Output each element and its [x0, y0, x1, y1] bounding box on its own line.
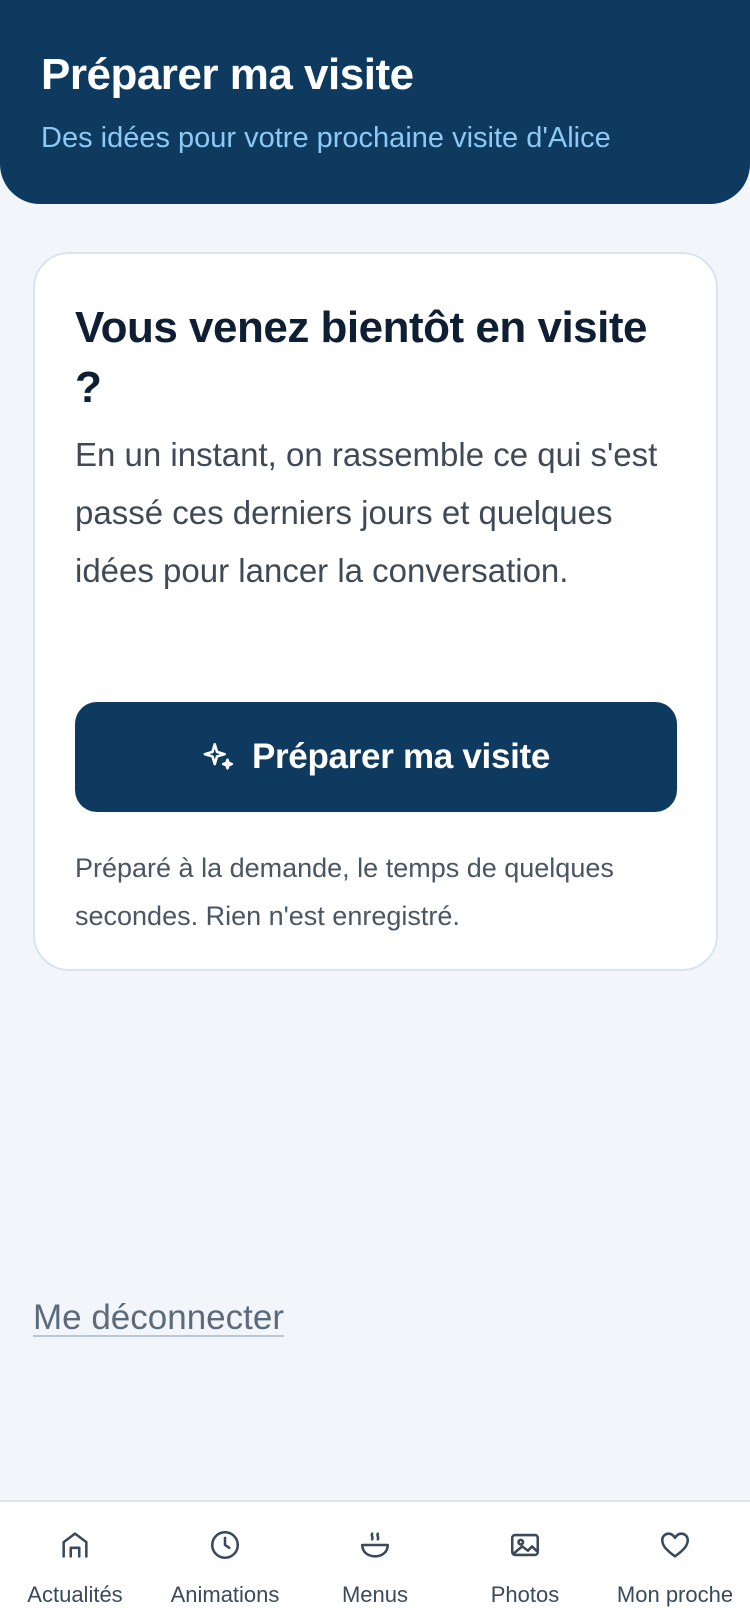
home-icon: [62, 1532, 88, 1558]
heart-icon: [660, 1532, 690, 1558]
nav-item-photos[interactable]: Photos: [450, 1502, 600, 1624]
nav-item-animations[interactable]: Animations: [150, 1502, 300, 1624]
logout-link[interactable]: Me déconnecter: [33, 1298, 284, 1338]
bowl-icon: [360, 1532, 390, 1558]
nav-label: Photos: [490, 1582, 560, 1607]
prepare-visit-button-label: Préparer ma visite: [251, 737, 551, 776]
prepare-visit-button[interactable]: Préparer ma visite: [75, 702, 677, 812]
nav-label: Mon proche: [616, 1582, 734, 1607]
image-icon: [510, 1533, 540, 1557]
nav-label: Actualités: [27, 1582, 123, 1607]
clock-icon: [210, 1530, 240, 1560]
bottom-nav: Actualités Animations Menus Photos Mon p…: [0, 1500, 750, 1624]
sparkles-icon: [203, 742, 233, 770]
card-note: Préparé à la demande, le temps de quelqu…: [75, 853, 614, 931]
page-subtitle: Des idées pour votre prochaine visite d'…: [41, 122, 611, 154]
card-body: En un instant, on rassemble ce qui s'est…: [75, 436, 658, 589]
nav-item-actualites[interactable]: Actualités: [0, 1502, 150, 1624]
page-title: Préparer ma visite: [41, 50, 414, 99]
header: Préparer ma visite Des idées pour votre …: [0, 0, 750, 204]
card-title: Vous venez bientôt en visite ?: [75, 303, 648, 412]
nav-label: Animations: [170, 1582, 280, 1607]
nav-item-mon-proche[interactable]: Mon proche: [600, 1502, 750, 1624]
page: Préparer ma visite Des idées pour votre …: [0, 0, 750, 1624]
visit-card: Vous venez bientôt en visite ? En un ins…: [33, 252, 718, 971]
nav-label: Menus: [341, 1582, 409, 1607]
nav-item-menus[interactable]: Menus: [300, 1502, 450, 1624]
